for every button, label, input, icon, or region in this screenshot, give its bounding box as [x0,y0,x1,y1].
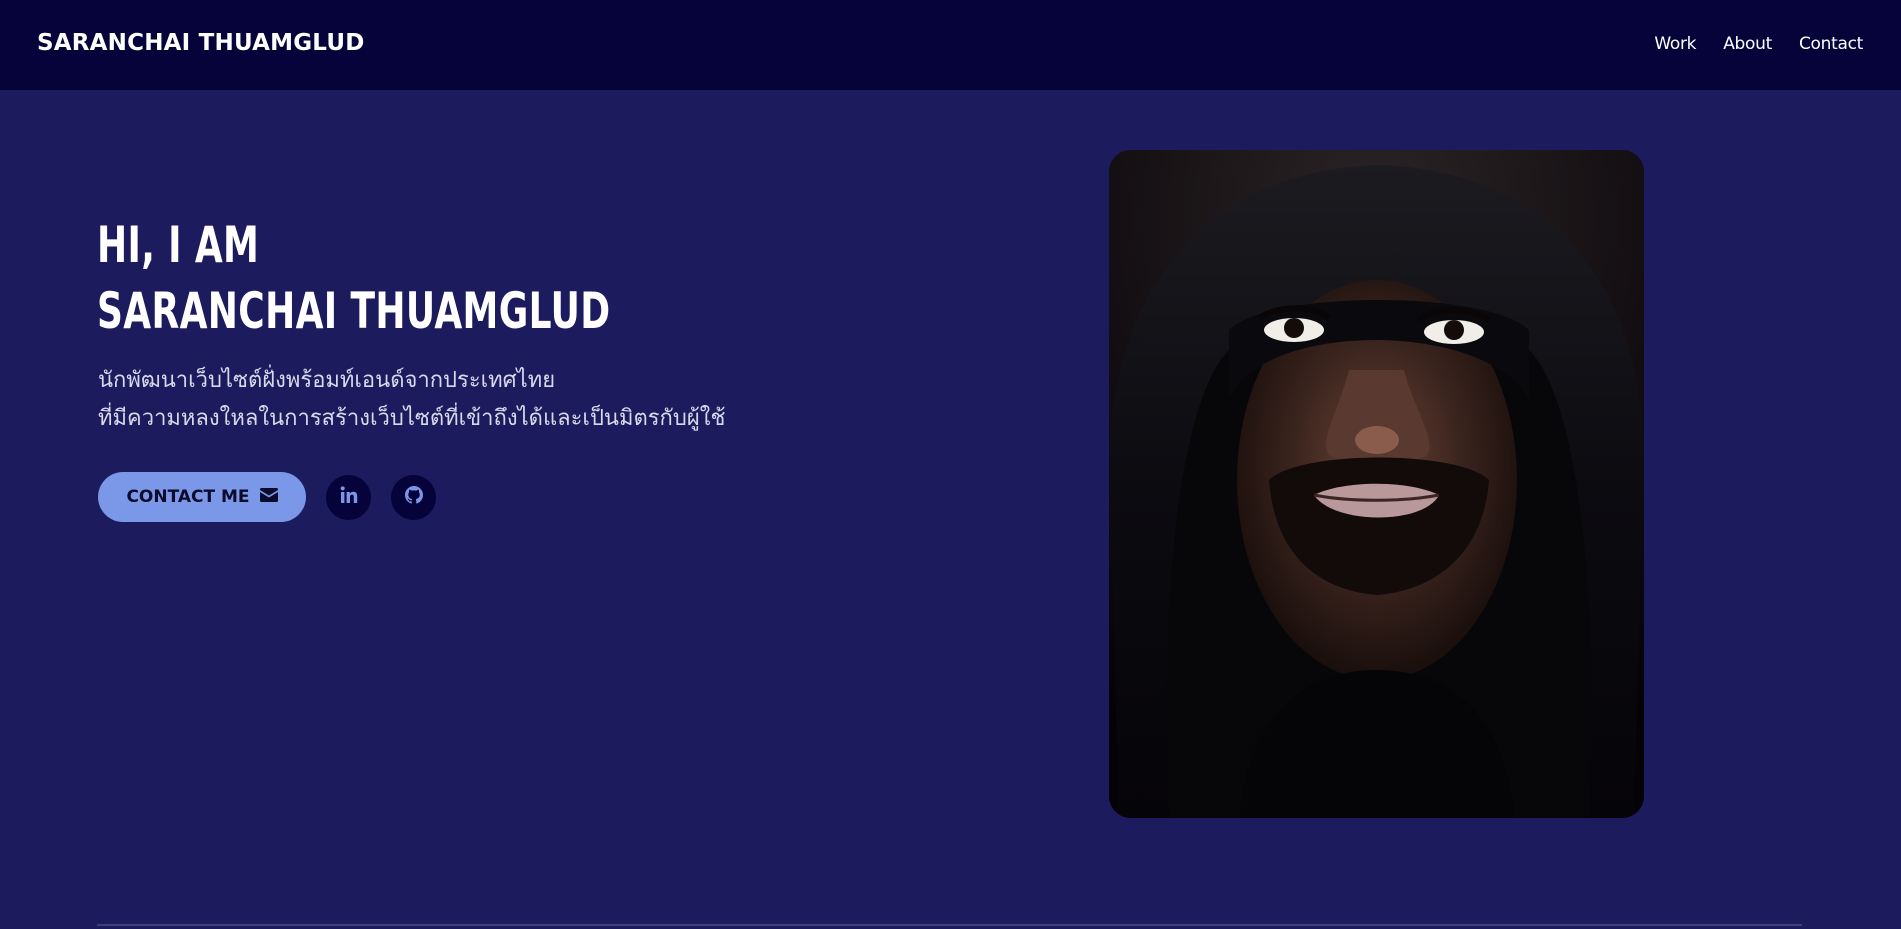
hero-greeting: HI, I AM [97,216,260,274]
hero-description: นักพัฒนาเว็บไซต์ฝั่งพร้อมท์เอนด์จากประเท… [98,362,725,438]
hero-heading: HI, I AM SARANCHAI THUAMGLUD [97,212,610,344]
github-button[interactable] [391,474,436,520]
brand-logo-text[interactable]: SARANCHAI THUAMGLUD [37,30,365,56]
main-nav: Work About Contact [1654,34,1863,54]
contact-me-button[interactable]: CONTACT ME [98,472,306,522]
nav-link-work[interactable]: Work [1654,34,1696,54]
envelope-icon [259,487,278,507]
linkedin-icon [340,486,358,508]
nav-link-contact[interactable]: Contact [1799,34,1863,54]
hero-actions: CONTACT ME [98,472,436,522]
hero-description-line-1: นักพัฒนาเว็บไซต์ฝั่งพร้อมท์เอนด์จากประเท… [98,368,556,393]
contact-me-label: CONTACT ME [126,487,250,507]
hero-description-line-2: ที่มีความหลงใหลในการสร้างเว็บไซต์ที่เข้า… [98,406,726,431]
github-icon [404,486,423,508]
hero-name: SARANCHAI THUAMGLUD [97,282,611,340]
nav-link-about[interactable]: About [1723,34,1772,54]
linkedin-button[interactable] [326,474,371,520]
portrait-photo [1109,150,1644,818]
section-divider [97,924,1802,926]
top-navbar: SARANCHAI THUAMGLUD Work About Contact [0,0,1901,90]
